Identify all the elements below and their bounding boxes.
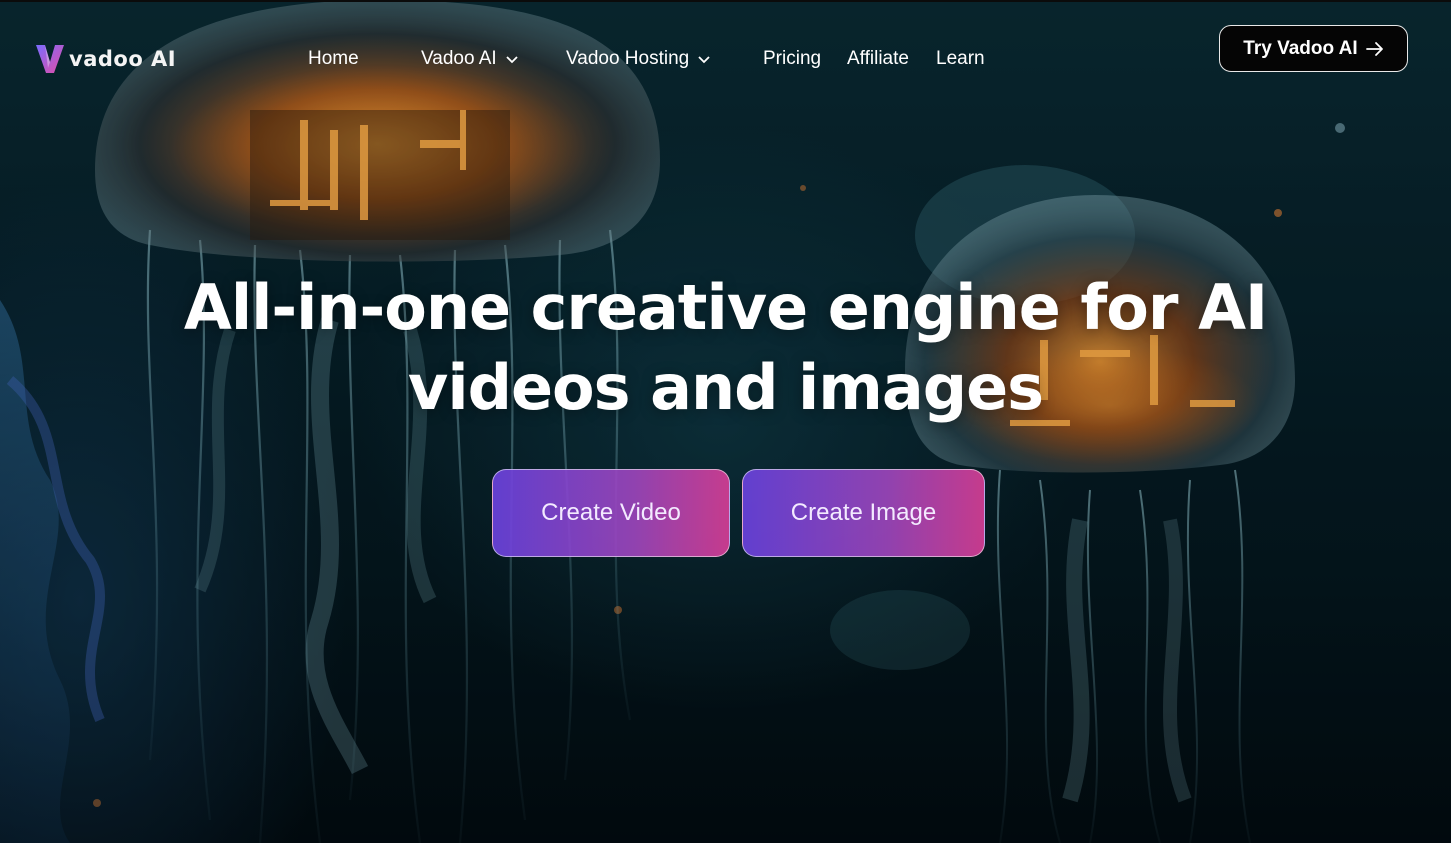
nav-label: Pricing — [763, 48, 822, 69]
logo-v-icon — [36, 45, 64, 73]
nav-item-affiliate[interactable]: Affiliate — [847, 48, 909, 70]
nav-item-learn[interactable]: Learn — [936, 48, 985, 70]
cta-label: Try Vadoo AI — [1243, 37, 1358, 59]
top-border — [0, 0, 1451, 2]
nav-item-home[interactable]: Home — [308, 48, 359, 70]
nav-item-pricing[interactable]: Pricing — [763, 48, 821, 70]
nav-label: Learn — [936, 48, 985, 69]
nav-label: Home — [308, 48, 359, 69]
nav-label: Affiliate — [847, 48, 909, 69]
headline-line-1: All-in-one creative engine for AI — [183, 271, 1268, 344]
nav-label: Vadoo Hosting — [566, 48, 690, 69]
headline-line-2: videos and images — [407, 351, 1044, 424]
nav-label: Vadoo AI — [421, 48, 497, 69]
hero-headline: All-in-one creative engine for AI videos… — [0, 268, 1451, 428]
brand-logo[interactable]: vadoo AI — [34, 42, 176, 76]
create-image-label: Create Image — [790, 499, 937, 526]
arrow-right-icon — [1365, 41, 1383, 56]
chevron-down-icon — [698, 56, 710, 64]
nav-item-vadoo-hosting[interactable]: Vadoo Hosting — [566, 48, 711, 70]
brand-name: vadoo AI — [69, 47, 177, 71]
chevron-down-icon — [506, 56, 518, 64]
create-video-button[interactable]: Create Video — [492, 469, 730, 557]
try-vadoo-ai-button[interactable]: Try Vadoo AI — [1219, 25, 1408, 72]
nav-item-vadoo-ai[interactable]: Vadoo AI — [421, 48, 519, 70]
create-image-button[interactable]: Create Image — [742, 469, 985, 557]
create-video-label: Create Video — [541, 499, 681, 526]
